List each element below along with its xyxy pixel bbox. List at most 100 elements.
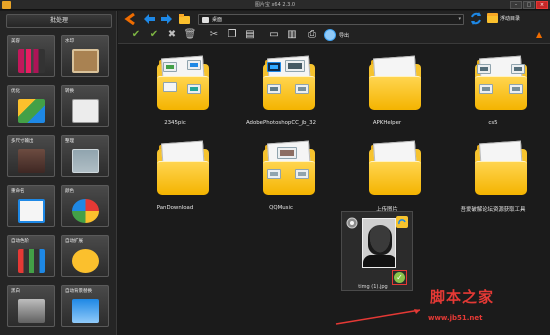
sidebar-title[interactable]: 批处理 [6,14,112,28]
tool-convert[interactable]: 转换 [61,85,109,127]
collapse-up-icon[interactable]: ▲ [536,31,546,39]
tool-label: 颜色 [65,189,74,194]
badge-icon [346,217,358,229]
tool-label: 重命名 [11,189,25,194]
export-button[interactable]: 导出 [324,29,356,42]
color-icon [72,199,99,223]
rename-icon [18,199,45,223]
maximize-button[interactable]: □ [523,1,535,9]
window-title: 图片宝 x64 2.3.0 [254,2,296,8]
paste-icon[interactable]: ▤ [244,29,256,41]
tool-label: 自动扩展 [65,239,83,244]
tool-multi-size[interactable]: 多尺寸输出 [7,135,55,177]
tool-rename[interactable]: 重命名 [7,185,55,227]
folder-name: 吾爱破解论坛资源获取工具 [460,207,526,213]
tool-label: 水印 [65,39,74,44]
action-toolbar: ✔ ✔ ✖ 🗑 ✂ ❐ ▤ ▭ ▥ ⎙ 导出 ▲ [118,27,550,44]
print-icon[interactable]: ⎙ [306,29,318,41]
folder-icon [157,55,209,112]
tool-label: 自动色阶 [11,239,29,244]
check-all-icon[interactable]: ✔ [148,29,160,41]
arrow-left-icon[interactable] [143,13,156,25]
check-icon[interactable]: ✔ [130,29,142,41]
cut-icon[interactable]: ✂ [208,29,220,41]
folder-name: PanDownload [156,205,194,211]
convert-icon [72,99,99,123]
edit-icon[interactable] [396,216,408,228]
organize-icon [72,149,99,173]
tool-label: 美容 [11,39,20,44]
arrow-icon [335,309,421,325]
folder-item[interactable]: 吾爱破解论坛资源获取工具 [448,135,538,217]
chevron-down-icon[interactable]: ▾ [458,16,461,22]
folder-icon [475,55,527,112]
tool-label: 优化 [11,89,20,94]
folder-item[interactable]: 上传图片 [342,135,432,217]
tool-label: 自动背景替换 [65,289,92,294]
folder-name: 2345pic [164,120,186,126]
watermark-icon [72,49,99,73]
tool-organize[interactable]: 整理 [61,135,109,177]
title-bar: 图片宝 x64 2.3.0 – □ × [0,0,550,10]
trash-icon[interactable]: 🗑 [184,29,197,41]
path-input[interactable]: 桌面 ▾ [198,14,464,25]
tool-auto-expand[interactable]: 自动扩展 [61,235,109,277]
tool-label: 黑白 [11,289,20,294]
tool-optimize[interactable]: 优化 [7,85,55,127]
properties-icon[interactable]: ▥ [286,29,298,41]
path-text: 桌面 [212,17,223,23]
multi-size-icon [18,149,45,173]
optimize-icon [18,99,45,123]
folder-icon [263,140,315,197]
image-file-item[interactable]: ✓ timg (1).jpg [341,211,413,291]
cosmetics-icon [18,49,45,73]
folder-name: AdobePhotoshopCC_jb_32 [245,120,317,126]
tool-label: 多尺寸输出 [11,139,34,144]
folder-up-icon[interactable] [178,13,191,25]
check-icon: ✓ [394,272,405,283]
folder-item[interactable]: PanDownload [130,135,220,217]
tool-auto-levels[interactable]: 自动色阶 [7,235,55,277]
tool-background-replace[interactable]: 自动背景替换 [61,285,109,327]
export-label: 导出 [339,33,350,39]
folder-item[interactable]: APKHelper [342,50,432,132]
floating-directory-label: 浮动目录 [500,16,521,22]
rename-icon[interactable]: ▭ [268,29,280,41]
refresh-icon[interactable] [470,12,482,25]
folder-icon [369,140,421,197]
tools-icon[interactable]: ✖ [166,29,178,41]
selection-checkbox[interactable]: ✓ [392,270,407,285]
tool-list: 美容 水印 优化 转换 多尺寸输出 整理 重命名 颜色 自动色阶 自动扩展 黑白… [7,35,113,327]
auto-levels-icon [18,249,45,273]
folder-item[interactable]: QQMusic [236,135,326,217]
folder-icon [157,140,209,197]
folder-item[interactable]: 2345pic [130,50,220,132]
desktop-icon [202,17,209,23]
folder-name: cs5 [488,120,498,126]
tool-black-white[interactable]: 黑白 [7,285,55,327]
auto-expand-icon [72,249,99,273]
copy-icon[interactable]: ❐ [226,29,238,41]
black-white-icon [18,299,45,323]
tool-beauty[interactable]: 美容 [7,35,55,77]
window-controls: – □ × [510,1,548,9]
folder-item[interactable]: AdobePhotoshopCC_jb_32 [236,50,326,132]
close-button[interactable]: × [536,1,548,9]
batch-sidebar: 批处理 美容 水印 优化 转换 多尺寸输出 整理 重命名 颜色 自动色阶 自动扩… [0,11,117,335]
tool-label: 整理 [65,139,74,144]
site-watermark: 脚本之家 www.jb51.net [420,282,548,332]
tool-watermark[interactable]: 水印 [61,35,109,77]
minimize-button[interactable]: – [510,1,522,9]
image-thumbnail [362,218,396,268]
folder-item[interactable]: cs5 [448,50,538,132]
floating-directory-button[interactable]: 浮动目录 [487,12,539,25]
globe-icon [324,29,336,41]
tool-color[interactable]: 颜色 [61,185,109,227]
image-file-name: timg (1).jpg [358,284,388,290]
back-icon[interactable] [124,13,137,25]
folder-icon [369,55,421,112]
folder-tree-icon [487,13,498,23]
folder-name: QQMusic [269,205,293,211]
arrow-right-icon[interactable] [160,13,173,25]
tool-label: 转换 [65,89,74,94]
